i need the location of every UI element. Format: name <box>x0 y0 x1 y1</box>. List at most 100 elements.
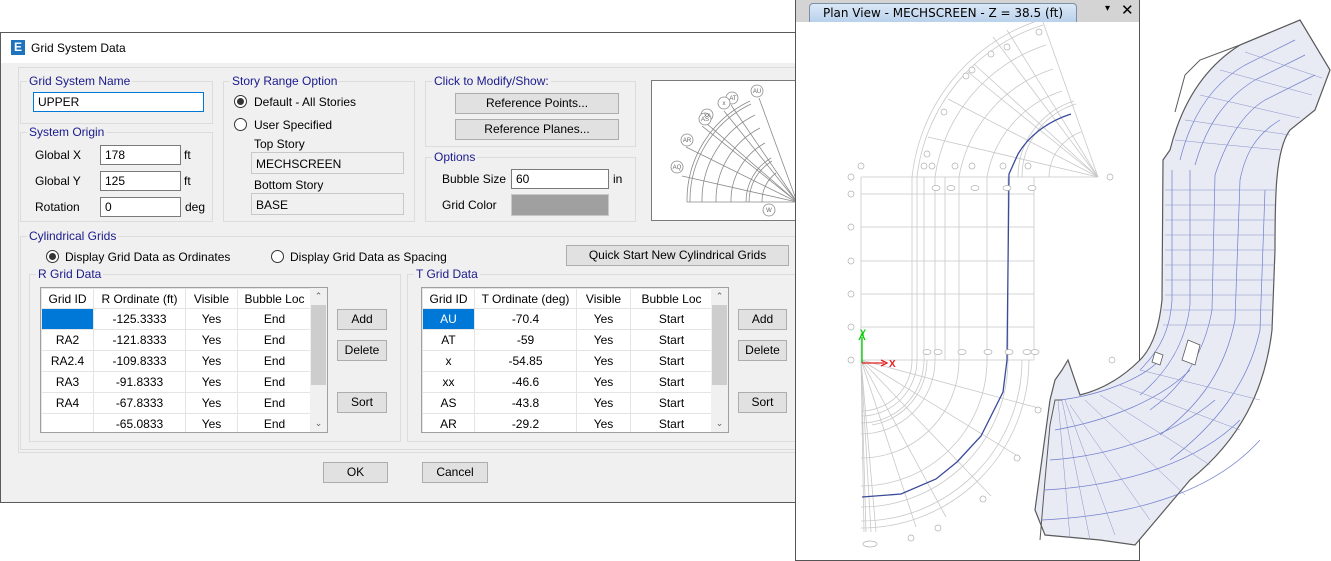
r-grid-scrollbar[interactable]: ⌃ ⌄ <box>310 288 327 432</box>
r-cell-bubble-loc[interactable]: End <box>237 392 312 414</box>
t-cell-bubble-loc[interactable]: Start <box>630 392 713 414</box>
table-row[interactable]: AU -70.4 Yes Start <box>422 308 713 330</box>
reference-planes-button[interactable]: Reference Planes... <box>455 119 619 140</box>
default-all-stories-radio[interactable] <box>234 95 247 108</box>
r-cell-visible[interactable]: Yes <box>185 329 238 351</box>
t-cell-grid-id[interactable]: xx <box>422 371 475 393</box>
t-grid-scrollbar[interactable]: ⌃ ⌄ <box>711 288 728 432</box>
t-cell-grid-id[interactable]: AS <box>422 392 475 414</box>
table-row[interactable]: AS -43.8 Yes Start <box>422 392 713 414</box>
default-all-stories-label[interactable]: Default - All Stories <box>254 95 356 109</box>
r-cell-bubble-loc[interactable]: End <box>237 371 312 393</box>
r-cell-ordinate[interactable]: -125.3333 <box>93 308 186 330</box>
t-grid-table[interactable]: Grid ID T Ordinate (deg) Visible Bubble … <box>421 287 729 433</box>
t-cell-bubble-loc[interactable]: Start <box>630 371 713 393</box>
t-cell-ordinate[interactable]: -43.8 <box>474 392 577 414</box>
t-cell-bubble-loc[interactable]: Start <box>630 350 713 372</box>
r-cell-ordinate[interactable]: -91.8333 <box>93 371 186 393</box>
t-cell-ordinate[interactable]: -54.85 <box>474 350 577 372</box>
t-cell-visible[interactable]: Yes <box>576 350 631 372</box>
r-cell-grid-id[interactable]: RA2 <box>41 329 94 351</box>
r-cell-grid-id[interactable]: RA4 <box>41 392 94 414</box>
bubble-size-input[interactable]: 60 <box>511 169 609 189</box>
r-col-grid-id[interactable]: Grid ID <box>41 288 94 309</box>
t-grid-sort-button[interactable]: Sort <box>738 392 787 413</box>
t-col-bubble-loc[interactable]: Bubble Loc <box>630 288 713 309</box>
r-cell-ordinate[interactable]: -121.8333 <box>93 329 186 351</box>
r-cell-ordinate[interactable]: -109.8333 <box>93 350 186 372</box>
r-grid-scroll-thumb[interactable] <box>311 305 326 385</box>
t-cell-grid-id[interactable]: AU <box>422 308 475 330</box>
t-cell-visible[interactable]: Yes <box>576 392 631 414</box>
r-col-ordinate[interactable]: R Ordinate (ft) <box>93 288 186 309</box>
grid-system-name-input[interactable]: UPPER <box>33 92 204 112</box>
scroll-down-icon[interactable]: ⌄ <box>711 415 728 432</box>
r-cell-grid-id[interactable]: RA2.4 <box>41 350 94 372</box>
user-specified-radio[interactable] <box>234 118 247 131</box>
table-row[interactable]: -65.0833 Yes End <box>41 413 312 432</box>
table-row[interactable]: RA3 -91.8333 Yes End <box>41 371 312 393</box>
t-cell-visible[interactable]: Yes <box>576 371 631 393</box>
t-cell-ordinate[interactable]: -59 <box>474 329 577 351</box>
cancel-button[interactable]: Cancel <box>422 462 488 483</box>
t-cell-bubble-loc[interactable]: Start <box>630 329 713 351</box>
ok-button[interactable]: OK <box>323 462 388 483</box>
table-row[interactable]: -125.3333 Yes End <box>41 308 312 330</box>
r-grid-table[interactable]: Grid ID R Ordinate (ft) Visible Bubble L… <box>40 287 328 433</box>
rotation-input[interactable]: 0 <box>100 197 181 217</box>
table-row[interactable]: RA4 -67.8333 Yes End <box>41 392 312 414</box>
r-cell-ordinate[interactable]: -67.8333 <box>93 392 186 414</box>
r-cell-visible[interactable]: Yes <box>185 413 238 432</box>
t-cell-grid-id[interactable]: AR <box>422 413 475 432</box>
r-cell-bubble-loc[interactable]: End <box>237 308 312 330</box>
t-cell-bubble-loc[interactable]: Start <box>630 308 713 330</box>
t-col-grid-id[interactable]: Grid ID <box>422 288 475 309</box>
table-row[interactable]: xx -46.6 Yes Start <box>422 371 713 393</box>
t-cell-grid-id[interactable]: AT <box>422 329 475 351</box>
r-cell-ordinate[interactable]: -65.0833 <box>93 413 186 432</box>
table-row[interactable]: x -54.85 Yes Start <box>422 350 713 372</box>
display-spacing-radio[interactable] <box>271 250 284 263</box>
user-specified-label[interactable]: User Specified <box>254 118 332 132</box>
scroll-up-icon[interactable]: ⌃ <box>310 288 327 305</box>
quick-start-cylindrical-button[interactable]: Quick Start New Cylindrical Grids <box>566 245 789 266</box>
r-cell-grid-id[interactable] <box>41 413 94 432</box>
table-row[interactable]: RA2.4 -109.8333 Yes End <box>41 350 312 372</box>
r-cell-visible[interactable]: Yes <box>185 308 238 330</box>
t-cell-visible[interactable]: Yes <box>576 413 631 432</box>
t-cell-visible[interactable]: Yes <box>576 308 631 330</box>
t-grid-scroll-thumb[interactable] <box>712 305 727 385</box>
display-spacing-label[interactable]: Display Grid Data as Spacing <box>290 250 447 264</box>
scroll-down-icon[interactable]: ⌄ <box>310 415 327 432</box>
t-cell-ordinate[interactable]: -46.6 <box>474 371 577 393</box>
display-ordinates-label[interactable]: Display Grid Data as Ordinates <box>65 250 230 264</box>
t-cell-ordinate[interactable]: -70.4 <box>474 308 577 330</box>
r-grid-delete-button[interactable]: Delete <box>337 340 387 361</box>
scroll-up-icon[interactable]: ⌃ <box>711 288 728 305</box>
t-grid-delete-button[interactable]: Delete <box>738 340 787 361</box>
reference-points-button[interactable]: Reference Points... <box>455 93 619 114</box>
table-row[interactable]: AT -59 Yes Start <box>422 329 713 351</box>
r-cell-grid-id[interactable]: RA3 <box>41 371 94 393</box>
table-row[interactable]: AR -29.2 Yes Start <box>422 413 713 432</box>
t-col-visible[interactable]: Visible <box>576 288 631 309</box>
r-cell-bubble-loc[interactable]: End <box>237 350 312 372</box>
r-cell-visible[interactable]: Yes <box>185 350 238 372</box>
r-cell-bubble-loc[interactable]: End <box>237 413 312 432</box>
t-col-ordinate[interactable]: T Ordinate (deg) <box>474 288 577 309</box>
t-cell-visible[interactable]: Yes <box>576 329 631 351</box>
r-cell-bubble-loc[interactable]: End <box>237 329 312 351</box>
display-ordinates-radio[interactable] <box>46 250 59 263</box>
r-grid-sort-button[interactable]: Sort <box>337 392 387 413</box>
r-grid-add-button[interactable]: Add <box>337 309 387 330</box>
r-cell-grid-id[interactable] <box>41 308 94 330</box>
r-col-bubble-loc[interactable]: Bubble Loc <box>237 288 312 309</box>
grid-color-swatch[interactable] <box>511 194 609 216</box>
r-cell-visible[interactable]: Yes <box>185 392 238 414</box>
t-cell-grid-id[interactable]: x <box>422 350 475 372</box>
r-col-visible[interactable]: Visible <box>185 288 238 309</box>
t-grid-add-button[interactable]: Add <box>738 309 787 330</box>
table-row[interactable]: RA2 -121.8333 Yes End <box>41 329 312 351</box>
global-y-input[interactable]: 125 <box>100 171 181 191</box>
t-cell-bubble-loc[interactable]: Start <box>630 413 713 432</box>
